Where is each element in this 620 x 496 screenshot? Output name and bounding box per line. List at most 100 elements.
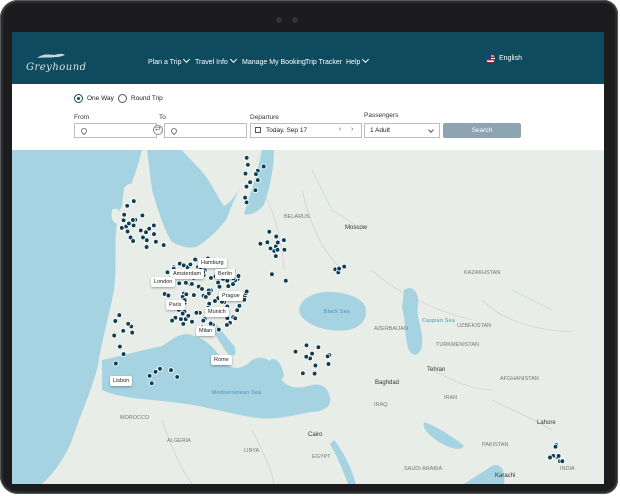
station-marker[interactable] — [281, 237, 287, 243]
station-marker[interactable] — [143, 237, 150, 244]
station-marker[interactable] — [242, 170, 249, 177]
station-marker[interactable] — [187, 261, 194, 268]
station-marker[interactable] — [151, 231, 157, 237]
station-marker[interactable] — [292, 348, 299, 355]
chevron-right-icon[interactable]: › — [351, 126, 353, 133]
station-marker[interactable] — [116, 312, 123, 318]
nav-trip-tracker[interactable]: Trip Tracker — [305, 59, 342, 66]
city-callout-berlin[interactable]: Berlin — [215, 269, 236, 279]
station-marker[interactable] — [232, 315, 239, 322]
station-marker[interactable] — [176, 280, 183, 287]
station-marker[interactable] — [303, 342, 310, 349]
station-marker[interactable] — [130, 217, 136, 223]
station-marker[interactable] — [235, 273, 242, 279]
station-marker[interactable] — [273, 233, 280, 240]
swap-icon[interactable] — [153, 125, 163, 135]
station-marker[interactable] — [189, 281, 195, 287]
station-marker[interactable] — [300, 370, 306, 377]
station-marker[interactable] — [124, 202, 131, 209]
station-marker[interactable] — [252, 187, 259, 194]
city-callout-amsterdam[interactable]: Amsterdam — [170, 269, 205, 279]
station-marker[interactable] — [120, 327, 127, 334]
station-marker[interactable] — [191, 292, 197, 298]
passengers-select[interactable]: 1 Adult — [364, 123, 440, 138]
nav-manage-my-booking[interactable]: Manage My Booking — [242, 59, 306, 66]
station-marker[interactable] — [180, 321, 187, 327]
station-marker[interactable] — [183, 279, 189, 286]
station-marker[interactable] — [112, 318, 119, 324]
station-marker[interactable] — [274, 246, 281, 253]
station-marker[interactable] — [272, 253, 279, 259]
city-callout-milan[interactable]: Milan — [196, 326, 216, 336]
station-marker[interactable] — [129, 329, 136, 336]
station-marker[interactable] — [192, 256, 198, 263]
station-marker[interactable] — [111, 332, 118, 339]
station-marker[interactable] — [168, 367, 174, 373]
city-callout-munich[interactable]: Munich — [205, 307, 229, 317]
station-marker[interactable] — [130, 198, 137, 204]
station-marker[interactable] — [117, 343, 123, 350]
station-marker[interactable] — [179, 310, 186, 317]
station-marker[interactable] — [118, 225, 125, 231]
station-marker[interactable] — [245, 161, 251, 168]
station-marker[interactable] — [124, 228, 131, 235]
station-marker[interactable] — [234, 307, 241, 314]
station-marker[interactable] — [325, 361, 332, 367]
station-marker[interactable] — [151, 222, 157, 229]
language-selector[interactable]: English — [486, 54, 522, 63]
city-callout-prague[interactable]: Prague — [219, 291, 243, 301]
station-marker[interactable] — [311, 370, 318, 377]
station-marker[interactable] — [243, 154, 250, 161]
station-marker[interactable] — [257, 240, 264, 247]
station-marker[interactable] — [552, 443, 559, 450]
station-marker[interactable] — [260, 163, 267, 170]
station-marker[interactable] — [243, 288, 250, 295]
station-marker[interactable] — [112, 360, 119, 367]
station-marker[interactable] — [230, 281, 236, 287]
station-marker[interactable] — [178, 316, 184, 322]
from-input[interactable] — [74, 123, 157, 138]
station-marker[interactable] — [130, 222, 137, 229]
city-callout-paris[interactable]: Paris — [166, 300, 185, 310]
station-marker[interactable] — [174, 374, 181, 380]
station-marker[interactable] — [143, 244, 150, 250]
station-marker[interactable] — [169, 317, 175, 324]
route-map[interactable]: Moscow Baghdad Tehran Cairo Karachi Laho… — [12, 150, 604, 484]
station-marker[interactable] — [189, 318, 195, 325]
station-marker[interactable] — [243, 183, 250, 190]
station-marker[interactable] — [185, 312, 192, 319]
city-callout-lisbon[interactable]: Lisbon — [110, 376, 133, 386]
station-marker[interactable] — [199, 286, 205, 292]
station-marker[interactable] — [215, 326, 222, 333]
station-marker[interactable] — [153, 238, 159, 245]
station-marker[interactable] — [274, 239, 281, 246]
station-marker[interactable] — [282, 277, 289, 284]
station-marker[interactable] — [165, 292, 172, 299]
station-marker[interactable] — [121, 211, 128, 218]
station-marker[interactable] — [183, 291, 190, 298]
station-marker[interactable] — [269, 271, 275, 278]
station-marker[interactable] — [180, 262, 187, 269]
chevron-left-icon[interactable]: ‹ — [339, 126, 341, 133]
station-marker[interactable] — [309, 350, 315, 357]
station-marker[interactable] — [281, 246, 288, 253]
station-marker[interactable] — [146, 372, 153, 379]
to-input[interactable] — [164, 123, 247, 138]
city-callout-london[interactable]: London — [151, 277, 176, 287]
station-marker[interactable] — [137, 227, 144, 234]
station-marker[interactable] — [243, 199, 250, 206]
station-marker[interactable] — [212, 298, 218, 304]
station-marker[interactable] — [152, 368, 159, 375]
departure-date-input[interactable]: Today, Sep 17 ‹ › — [250, 123, 362, 138]
station-marker[interactable] — [126, 220, 132, 227]
station-marker[interactable] — [148, 380, 155, 387]
station-marker[interactable] — [157, 365, 163, 372]
station-marker[interactable] — [341, 263, 348, 270]
station-marker[interactable] — [193, 309, 200, 316]
station-marker[interactable] — [555, 453, 562, 459]
station-marker[interactable] — [130, 238, 136, 244]
city-callout-rome[interactable]: Rome — [211, 355, 232, 365]
logo[interactable]: Greyhound — [26, 62, 87, 73]
station-marker[interactable] — [312, 362, 319, 369]
station-marker[interactable] — [120, 351, 127, 357]
